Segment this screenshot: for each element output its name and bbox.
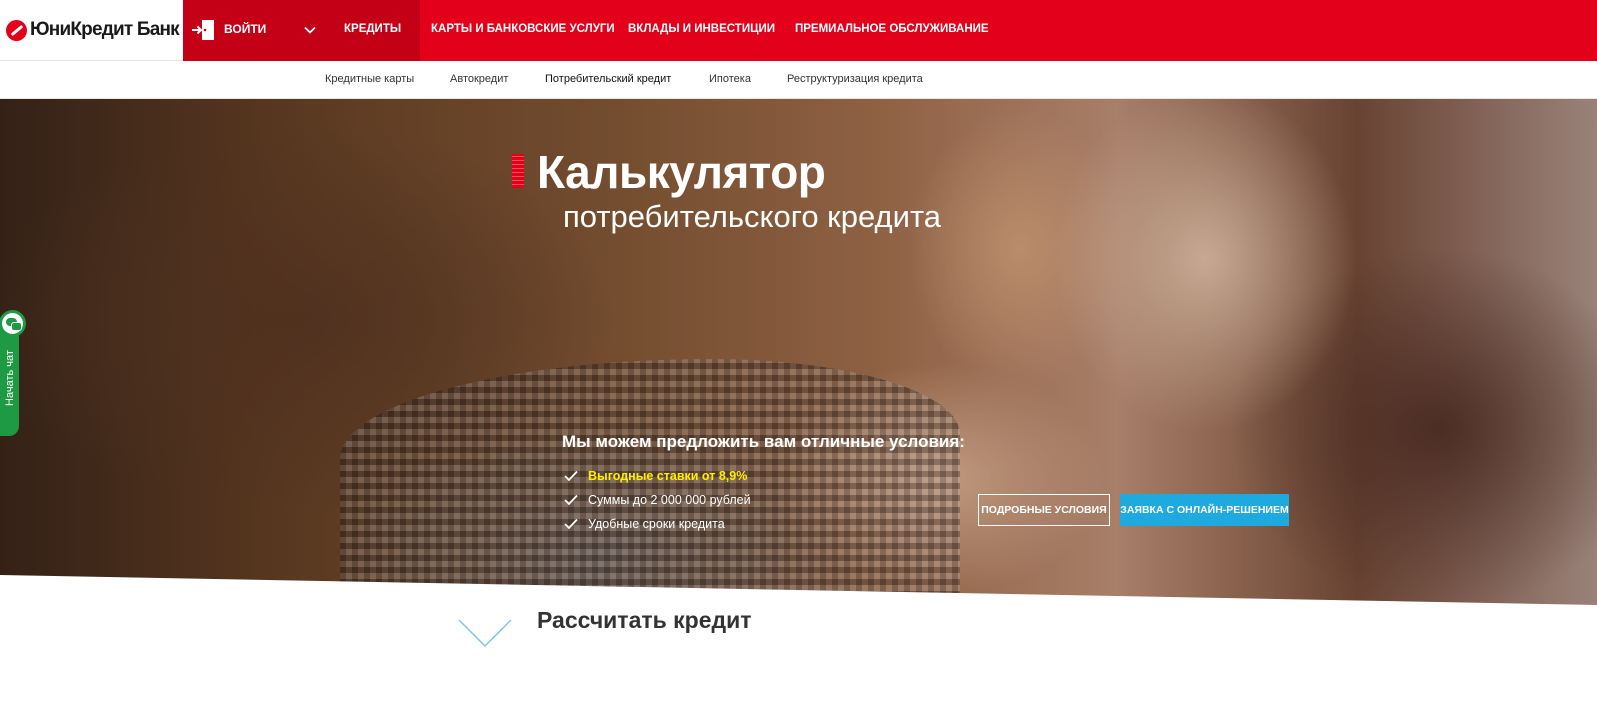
login-label: ВОЙТИ xyxy=(224,22,267,36)
nav-item-credits[interactable]: КРЕДИТЫ xyxy=(325,0,421,61)
subnav-item-mortgage[interactable]: Ипотека xyxy=(709,73,751,85)
nav-item-premium-service[interactable]: ПРЕМИАЛЬНОЕ ОБСЛУЖИВАНИЕ xyxy=(795,0,989,61)
bank-logo[interactable]: ЮниКредит Банк xyxy=(0,0,183,61)
checkmark-icon xyxy=(564,470,578,482)
checkmark-icon xyxy=(564,518,578,530)
calculator-section-title: Рассчитать кредит xyxy=(537,607,752,633)
subnav-item-consumer-loan[interactable]: Потребительский кредит xyxy=(545,73,671,85)
bank-logo-text: ЮниКредит Банк xyxy=(30,19,180,40)
top-navigation-bar: ЮниКредит Банк ВОЙТИ КРЕДИТЫ КАРТЫ И БАН… xyxy=(0,0,1597,61)
offer-text: Удобные сроки кредита xyxy=(588,517,725,531)
online-application-button[interactable]: ЗАЯВКА С ОНЛАЙН-РЕШЕНИЕМ xyxy=(1120,494,1289,526)
unicredit-logo-icon xyxy=(6,19,27,41)
offer-item-amount: Суммы до 2 000 000 рублей xyxy=(562,491,751,515)
hero-title-accent-bar xyxy=(512,154,524,188)
subnav-item-auto-loan[interactable]: Автокредит xyxy=(450,73,508,85)
hero-banner: Калькулятор потребительского кредита Мы … xyxy=(0,99,1597,609)
details-button[interactable]: ПОДРОБНЫЕ УСЛОВИЯ xyxy=(978,494,1110,526)
nav-item-cards-banking[interactable]: КАРТЫ И БАНКОВСКИЕ УСЛУГИ xyxy=(431,0,615,61)
offer-list: Выгодные ставки от 8,9% Суммы до 2 000 0… xyxy=(562,467,751,539)
nav-item-deposits-investments[interactable]: ВКЛАДЫ И ИНВЕСТИЦИИ xyxy=(628,0,775,61)
offer-text: Суммы до 2 000 000 рублей xyxy=(588,493,751,507)
hero-title: Калькулятор xyxy=(537,146,826,198)
hero-subtitle: потребительского кредита xyxy=(563,199,942,234)
subnav-item-credit-cards[interactable]: Кредитные карты xyxy=(325,73,414,85)
login-icon xyxy=(192,20,214,40)
hero-diagonal-edge xyxy=(0,575,1597,609)
chat-tab-label[interactable]: Начать чат xyxy=(4,333,16,423)
offer-item-rates: Выгодные ставки от 8,9% xyxy=(562,467,751,491)
offer-text: Выгодные ставки от 8,9% xyxy=(588,469,748,483)
offer-item-terms: Удобные сроки кредита xyxy=(562,515,751,539)
login-button[interactable]: ВОЙТИ xyxy=(183,0,325,61)
chevron-down-icon[interactable] xyxy=(458,618,512,648)
offer-heading: Мы можем предложить вам отличные условия… xyxy=(562,432,965,451)
credits-subnav: Кредитные карты Автокредит Потребительск… xyxy=(0,61,1597,99)
subnav-item-restructuring[interactable]: Реструктуризация кредита xyxy=(787,73,923,85)
checkmark-icon xyxy=(564,494,578,506)
chevron-down-icon[interactable] xyxy=(303,23,317,37)
